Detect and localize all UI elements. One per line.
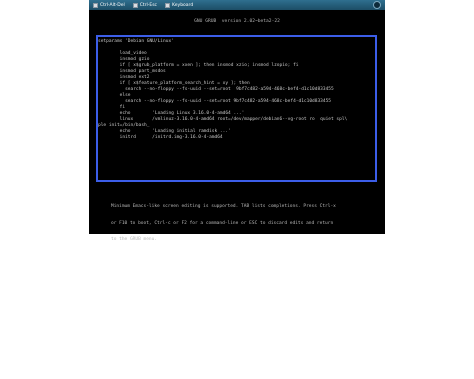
ctrl-esc-button[interactable]: Ctrl-Esc [132, 0, 158, 10]
close-icon[interactable] [373, 1, 381, 9]
keyboard-label: Keyboard [172, 2, 194, 8]
editor-line[interactable]: initrd /initrd.img-3.16.0-4-amd64 [98, 135, 223, 141]
help-line: Minimum Emacs-like screen editing is sup… [111, 204, 336, 209]
grub-title: GNU GRUB version 2.02~beta2-22 [194, 19, 280, 24]
keyboard-combo-icon [132, 2, 138, 8]
editor-line[interactable]: setparams 'Debian GNU/Linux' [98, 39, 174, 45]
help-line: to the GRUB menu. [111, 237, 158, 242]
vm-toolbar: Ctrl-Alt-Del Ctrl-Esc Keyboard [89, 0, 385, 10]
grub-help-text: Minimum Emacs-like screen editing is sup… [111, 193, 371, 254]
keyboard-icon [165, 2, 171, 8]
keyboard-combo-icon [93, 2, 98, 8]
ctrl-alt-del-button[interactable]: Ctrl-Alt-Del [93, 0, 125, 10]
vm-console-window[interactable]: Ctrl-Alt-Del Ctrl-Esc Keyboard GNU GRUB … [89, 0, 385, 242]
help-line: or F10 to boot, Ctrl-c or F2 for a comma… [111, 220, 334, 226]
editor-line[interactable]: search --no-floppy --fs-uuid --set=root … [98, 87, 334, 93]
ctrl-alt-del-label: Ctrl-Alt-Del [100, 2, 125, 8]
editor-line[interactable]: search --no-floppy --fs-uuid --set=root … [98, 99, 331, 105]
ctrl-esc-label: Ctrl-Esc [139, 2, 158, 8]
grub-entry-editor[interactable]: setparams 'Debian GNU/Linux' load_video … [96, 35, 377, 182]
keyboard-button[interactable]: Keyboard [165, 0, 193, 10]
